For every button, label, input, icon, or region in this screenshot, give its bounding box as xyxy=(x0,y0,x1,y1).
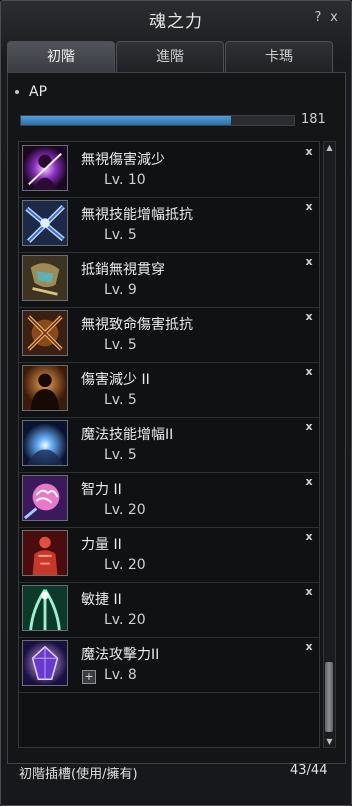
ap-value: 181 xyxy=(301,112,326,127)
purple-crystal-icon xyxy=(22,640,68,686)
help-button[interactable]: ? xyxy=(311,10,325,26)
ap-label: AP xyxy=(29,84,48,100)
skill-level: Lv. 5 xyxy=(104,227,137,243)
tab-basic[interactable]: 初階 xyxy=(7,41,115,72)
remove-button[interactable]: x xyxy=(303,146,315,158)
list-item[interactable]: 無視致命傷害抵抗 Lv. 5 x xyxy=(19,307,319,363)
green-speed-icon xyxy=(22,585,68,631)
skill-level: Lv. 10 xyxy=(104,172,146,188)
scrollbar-thumb[interactable] xyxy=(325,662,333,732)
level-up-button[interactable]: + xyxy=(82,670,96,684)
skill-name: 敏捷 II xyxy=(81,592,122,608)
list-item[interactable]: 魔法攻擊力II + Lv. 8 x xyxy=(19,637,319,693)
tab-karma[interactable]: 卡瑪 xyxy=(225,41,333,72)
close-button[interactable]: x xyxy=(327,10,341,26)
window-title: 魂之力 xyxy=(149,12,203,32)
blue-orb-icon xyxy=(22,420,68,466)
purple-aura-figure-icon xyxy=(22,145,68,191)
list-item[interactable]: 傷害減少 II Lv. 5 x xyxy=(19,362,319,418)
skill-level: Lv. 8 xyxy=(104,667,137,683)
ap-label-row: AP xyxy=(15,84,47,100)
remove-button[interactable]: x xyxy=(303,586,315,598)
crossed-swords-fire-icon xyxy=(22,310,68,356)
skill-level: Lv. 20 xyxy=(104,502,146,518)
list-item[interactable]: 無視技能增幅抵抗 Lv. 5 x xyxy=(19,197,319,253)
skill-name: 力量 II xyxy=(81,537,122,553)
list-item[interactable]: 抵銷無視貫穿 Lv. 9 x xyxy=(19,252,319,308)
skill-level: Lv. 9 xyxy=(104,282,137,298)
skill-name: 無視致命傷害抵抗 xyxy=(81,317,193,333)
skill-name: 智力 II xyxy=(81,482,122,498)
title-bar[interactable]: 魂之力 ? x xyxy=(1,1,351,37)
silhouette-figure-icon xyxy=(22,365,68,411)
scrollbar[interactable]: ▲ ▼ xyxy=(323,141,336,748)
pink-brain-icon xyxy=(22,475,68,521)
skill-name: 傷害減少 II xyxy=(81,372,150,388)
remove-button[interactable]: x xyxy=(303,476,315,488)
scroll-up-icon[interactable]: ▲ xyxy=(324,142,335,153)
skill-name: 無視技能增幅抵抗 xyxy=(81,207,193,223)
skill-name: 魔法攻擊力II xyxy=(81,647,160,663)
skill-level: Lv. 20 xyxy=(104,557,146,573)
crossed-blades-icon xyxy=(22,200,68,246)
skill-level: Lv. 5 xyxy=(104,392,137,408)
remove-button[interactable]: x xyxy=(303,201,315,213)
remove-button[interactable]: x xyxy=(303,256,315,268)
skill-level: Lv. 5 xyxy=(104,447,137,463)
list-item[interactable]: 魔法技能增幅II Lv. 5 x xyxy=(19,417,319,473)
list-item[interactable]: 力量 II Lv. 20 x xyxy=(19,527,319,583)
red-muscle-icon xyxy=(22,530,68,576)
skill-level: Lv. 20 xyxy=(104,612,146,628)
skill-name: 抵銷無視貫穿 xyxy=(81,262,165,278)
remove-button[interactable]: x xyxy=(303,641,315,653)
scroll-down-icon[interactable]: ▼ xyxy=(324,736,335,747)
slot-usage-count: 43/44 xyxy=(290,763,328,778)
skill-level: Lv. 5 xyxy=(104,337,137,353)
soul-power-window: 魂之力 ? x 初階 進階 卡瑪 AP 181 無視傷害減少 Lv. 10 x … xyxy=(0,0,352,806)
list-item[interactable]: 無視傷害減少 Lv. 10 x xyxy=(19,142,319,198)
armored-gauntlet-icon xyxy=(22,255,68,301)
list-item[interactable]: 智力 II Lv. 20 x xyxy=(19,472,319,528)
list-item[interactable]: 敏捷 II Lv. 20 x xyxy=(19,582,319,638)
tab-bar: 初階 進階 卡瑪 xyxy=(7,41,344,73)
tab-advanced[interactable]: 進階 xyxy=(116,41,224,72)
slot-usage-label: 初階插槽(使用/擁有) xyxy=(19,767,138,782)
skill-name: 無視傷害減少 xyxy=(81,152,165,168)
remove-button[interactable]: x xyxy=(303,311,315,323)
ap-progress-bar xyxy=(20,115,295,126)
remove-button[interactable]: x xyxy=(303,366,315,378)
skill-list: 無視傷害減少 Lv. 10 x 無視技能增幅抵抗 Lv. 5 x 抵銷無視貫穿 … xyxy=(18,141,320,748)
bullet-icon xyxy=(15,90,19,94)
remove-button[interactable]: x xyxy=(303,531,315,543)
skill-name: 魔法技能增幅II xyxy=(81,427,174,443)
remove-button[interactable]: x xyxy=(303,421,315,433)
ap-progress-fill xyxy=(21,116,232,125)
